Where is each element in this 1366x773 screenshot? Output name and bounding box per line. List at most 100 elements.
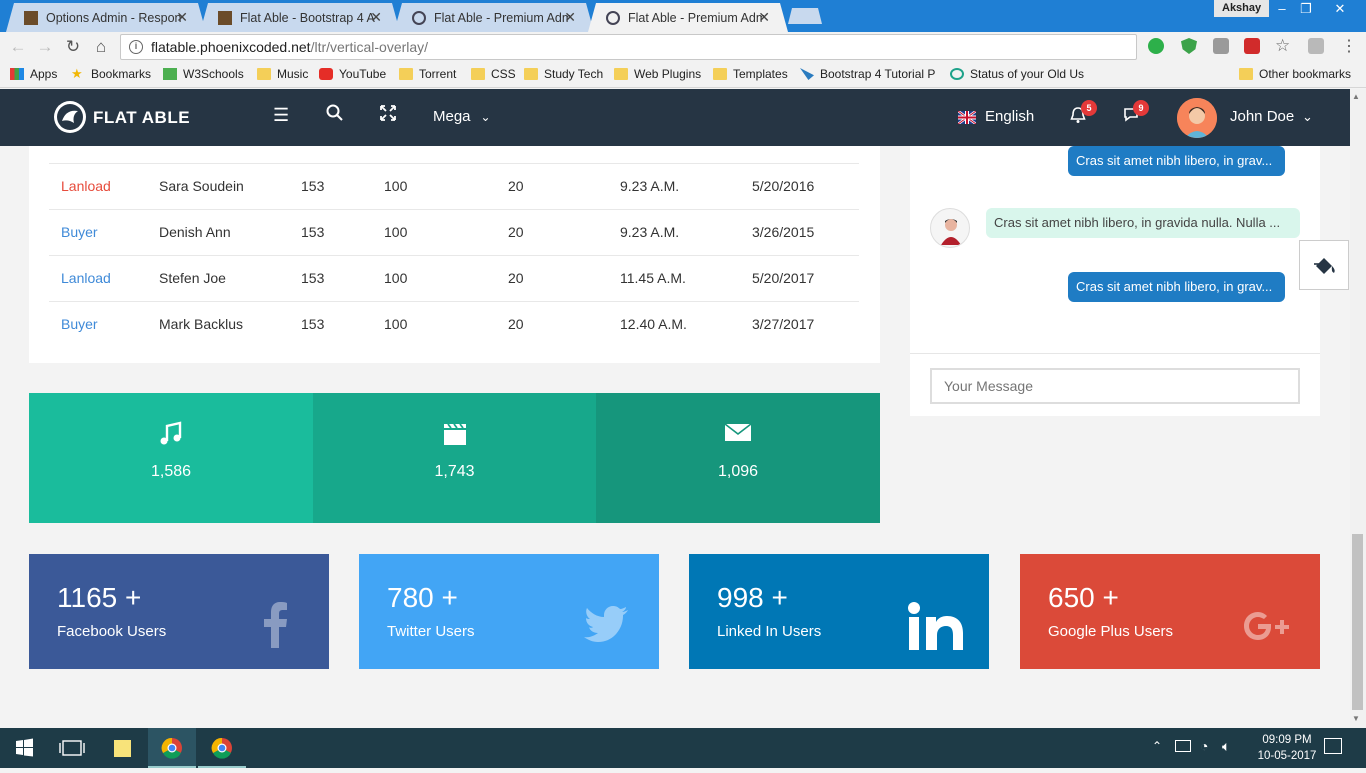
user-avatar[interactable] [1177,98,1217,138]
chat-message-outgoing: Cras sit amet nibh libero, in grav... [1068,272,1285,302]
bookmark-w3schools[interactable]: W3Schools [163,67,244,81]
chat-message-input[interactable] [930,368,1300,404]
tab-title: Flat Able - Premium Adm [434,10,570,25]
value-cell: 20 [508,178,524,194]
folder-icon [399,68,413,80]
name-cell: Mark Backlus [159,316,244,332]
bookmark-bookmarks[interactable]: ★ Bookmarks [71,67,151,81]
browser-tab-3[interactable]: Flat Able - Premium Adm ✕ [394,3,594,32]
value-cell: 153 [301,270,325,286]
bookmark-label: YouTube [339,67,387,81]
windows-start-icon[interactable] [0,728,48,768]
browser-tab-4-active[interactable]: Flat Able - Premium Adm ✕ [588,3,788,32]
tab-title: Flat Able - Premium Adm [628,10,764,25]
chevron-down-icon[interactable]: ⌄ [1302,109,1313,125]
chrome-taskbar-icon-2[interactable] [198,728,246,768]
status-icon [950,68,964,80]
new-tab-button[interactable] [788,8,822,24]
apps-grid-icon [10,68,24,80]
other-bookmarks[interactable]: Other bookmarks [1239,67,1351,81]
bookmark-study-tech[interactable]: Study Tech [524,67,603,81]
extension-icon[interactable] [1308,38,1324,54]
bookmark-templates[interactable]: Templates [713,67,788,81]
forward-icon[interactable]: → [35,37,55,57]
table-row[interactable]: Buyer Denish Ann 153 100 20 9.23 A.M. 3/… [49,209,859,255]
close-window-icon[interactable]: ✕ [1318,0,1362,17]
browser-tab-1[interactable]: Options Admin - Respon ✕ [6,3,206,32]
date-cell: 5/20/2017 [752,270,815,286]
grammarly-extension-icon[interactable] [1148,38,1164,54]
type-link[interactable]: Buyer [61,224,98,240]
bookmark-star-icon[interactable]: ☆ [1275,36,1290,56]
chrome-menu-icon[interactable]: ⋮ [1341,36,1357,56]
profile-name[interactable]: Akshay [1214,0,1270,17]
close-tab-icon[interactable]: ✕ [758,9,770,26]
flatable-favicon-icon [412,10,426,25]
bookmark-label: Study Tech [544,67,604,81]
video-extension-icon[interactable] [1244,38,1260,54]
mail-count: 1,096 [717,463,759,480]
notification-badge: 5 [1081,100,1097,116]
scroll-up-arrow-icon[interactable]: ▲ [1352,92,1360,101]
close-tab-icon[interactable]: ✕ [564,9,576,26]
message-badge: 9 [1133,100,1149,116]
type-link[interactable]: Buyer [61,316,98,332]
bootstrap-icon [800,68,814,80]
sticky-notes-icon[interactable] [98,728,146,768]
info-icon[interactable]: i [129,40,143,54]
google-plus-stat-card: 650 + Google Plus Users [1020,554,1320,669]
bookmarks-bar: Apps ★ Bookmarks W3Schools Music YouTube… [0,62,1366,88]
restore-icon[interactable]: ❐ [1292,0,1320,17]
folder-icon [1239,68,1253,80]
bookmark-label: Bookmarks [91,67,152,81]
bookmark-music[interactable]: Music [257,67,308,81]
back-icon[interactable]: ← [8,37,28,57]
reload-icon[interactable]: ↻ [63,37,83,57]
address-bar[interactable]: i flatable.phoenixcoded.net/ltr/vertical… [120,34,1137,60]
chrome-taskbar-icon[interactable] [148,728,196,768]
language-selector[interactable]: English [985,108,1034,125]
scroll-down-arrow-icon[interactable]: ▼ [1352,714,1360,723]
time-cell: 9.23 A.M. [620,178,680,194]
bookmark-youtube[interactable]: YouTube [319,67,386,81]
volume-icon[interactable]: 🔈︎ [1222,738,1230,755]
task-view-icon[interactable] [48,728,96,768]
bookmark-label: CSS [491,67,516,81]
windows-taskbar: ⌃ ◔ 🔈︎ 09:09 PM 10-05-2017 [0,728,1366,768]
video-count: 1,743 [434,463,475,480]
folder-icon [471,68,485,80]
browser-tab-2[interactable]: Flat Able - Bootstrap 4 A ✕ [200,3,400,32]
value-cell: 100 [384,270,408,286]
type-link[interactable]: Lanload [61,270,111,286]
value-cell: 20 [508,270,524,286]
bookmark-web-plugins[interactable]: Web Plugins [614,67,701,81]
bookmark-bootstrap-tutorial[interactable]: Bootstrap 4 Tutorial P [800,67,935,81]
close-tab-icon[interactable]: ✕ [176,9,188,26]
home-icon[interactable]: ⌂ [91,37,111,57]
system-clock[interactable]: 09:09 PM 10-05-2017 [1255,732,1319,764]
mail-stat-card: 1,096 [596,393,880,523]
user-name[interactable]: John Doe [1230,108,1294,125]
folder-icon [257,68,271,80]
table-row[interactable]: Lanload Stefen Joe 153 100 20 11.45 A.M.… [49,255,859,301]
wifi-icon[interactable]: ◔ [1200,738,1208,754]
bookmark-apps[interactable]: Apps [10,67,57,81]
table-row[interactable]: Buyer Mark Backlus 153 100 20 12.40 A.M.… [49,301,859,347]
bookmark-css[interactable]: CSS [471,67,516,81]
name-cell: Sara Soudein [159,178,244,194]
customizer-toggle[interactable] [1299,240,1349,290]
bookmark-status[interactable]: Status of your Old Us [950,67,1084,81]
chat-avatar [930,208,970,248]
extension-icon[interactable] [1213,38,1229,54]
action-center-icon[interactable] [1324,738,1342,754]
value-cell: 100 [384,224,408,240]
scrollbar-thumb[interactable] [1352,534,1363,710]
table-row[interactable]: Lanload Sara Soudein 153 100 20 9.23 A.M… [49,163,859,209]
show-hidden-icons-icon[interactable]: ⌃ [1152,739,1162,753]
close-tab-icon[interactable]: ✕ [370,9,382,26]
bookmark-torrent[interactable]: Torrent [399,67,456,81]
battery-icon[interactable] [1175,740,1191,752]
name-cell: Stefen Joe [159,270,226,286]
twitter-stat-card: 780 + Twitter Users [359,554,659,669]
type-link[interactable]: Lanload [61,178,111,194]
